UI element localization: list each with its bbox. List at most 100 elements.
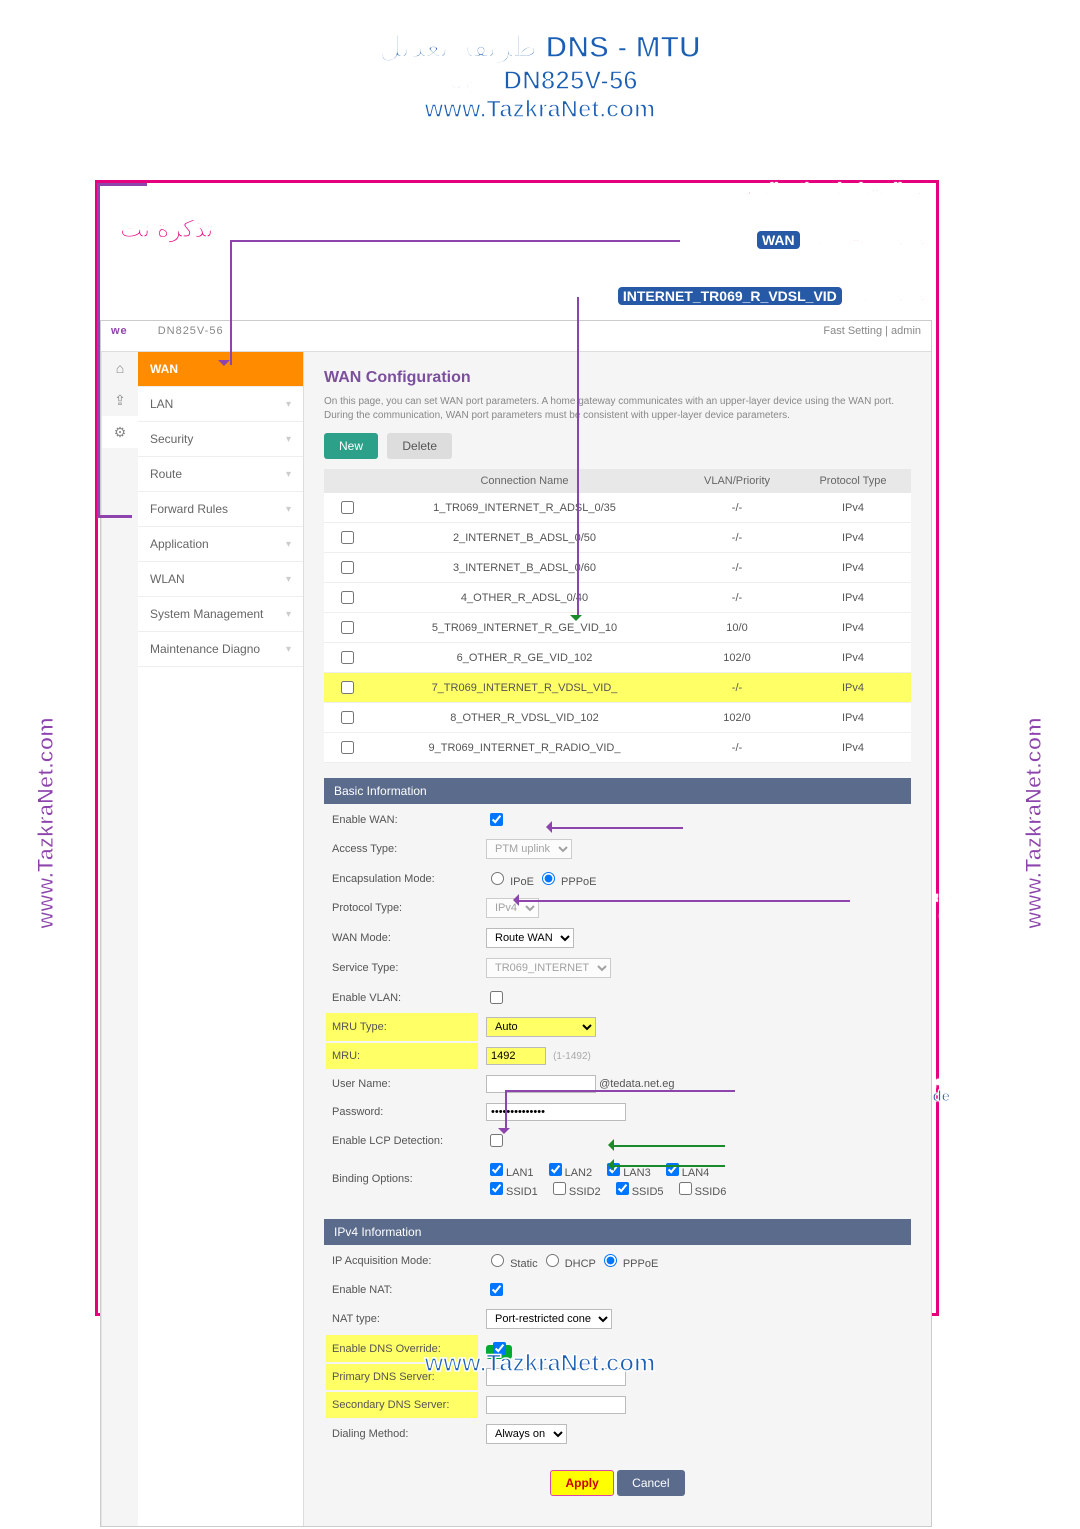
bind-lan1[interactable]: LAN1 (486, 1167, 534, 1179)
row-checkbox[interactable] (341, 651, 354, 664)
row-conn-name: 2_INTERNET_B_ADSL_0/50 (370, 523, 679, 553)
enable-nat-checkbox[interactable] (490, 1283, 503, 1296)
bind-ssid6[interactable]: SSID6 (675, 1186, 727, 1198)
sidebar-item-security[interactable]: Security▾ (138, 422, 303, 457)
wifi-icon[interactable]: ⇪ (102, 384, 138, 416)
row-checkbox[interactable] (341, 711, 354, 724)
row-proto: IPv4 (795, 553, 911, 583)
table-row[interactable]: 7_TR069_INTERNET_R_VDSL_VID_-/-IPv4 (324, 673, 911, 703)
topbar-links[interactable]: Fast Setting | admin (823, 325, 921, 337)
mru-type-select[interactable]: Auto (486, 1017, 596, 1037)
label-enable-vlan: Enable VLAN: (326, 984, 478, 1011)
row-conn-name: 5_TR069_INTERNET_R_GE_VID_10 (370, 613, 679, 643)
access-type-select[interactable]: PTM uplink (486, 839, 572, 859)
row-checkbox[interactable] (341, 501, 354, 514)
label-lcp: Enable LCP Detection: (326, 1127, 478, 1154)
bind-lan4[interactable]: LAN4 (662, 1167, 710, 1179)
row-checkbox[interactable] (341, 591, 354, 604)
chevron-down-icon: ▾ (286, 574, 291, 585)
encap-ipoe-radio[interactable]: IPoE (486, 876, 534, 888)
row-conn-name: 3_INTERNET_B_ADSL_0/60 (370, 553, 679, 583)
sidebar-item-application[interactable]: Application▾ (138, 527, 303, 562)
row-checkbox[interactable] (341, 681, 354, 694)
table-header-checkbox (324, 469, 370, 493)
arrow-line (515, 900, 850, 902)
bind-ssid1[interactable]: SSID1 (486, 1186, 538, 1198)
arrow-head-icon (602, 1139, 614, 1151)
title-line1: طريقة تعديل DNS - MTU (0, 30, 1080, 65)
page-description: On this page, you can set WAN port param… (324, 395, 911, 423)
router-admin-panel: we DN825V-56 Fast Setting | admin ⌂ ⇪ ⚙ … (100, 320, 932, 1527)
table-row[interactable]: 8_OTHER_R_VDSL_VID_102102/0IPv4 (324, 703, 911, 733)
secondary-dns-input[interactable] (486, 1396, 626, 1414)
bind-ssid5[interactable]: SSID5 (612, 1186, 664, 1198)
new-button[interactable]: New (324, 433, 378, 459)
gear-icon[interactable]: ⚙ (102, 416, 138, 448)
ip-static-radio[interactable]: Static (486, 1258, 538, 1270)
label-enable-nat: Enable NAT: (326, 1276, 478, 1303)
arrow-head-icon (540, 821, 552, 833)
ip-dhcp-radio[interactable]: DHCP (541, 1258, 596, 1270)
apply-button[interactable]: Apply (550, 1470, 613, 1496)
chevron-down-icon: ▾ (286, 644, 291, 655)
chevron-down-icon: ▾ (286, 469, 291, 480)
arrow-head-icon (498, 1128, 510, 1140)
encap-pppoe-radio[interactable]: PPPoE (537, 876, 597, 888)
label-enable-wan: Enable WAN: (326, 806, 478, 833)
table-row[interactable]: 2_INTERNET_B_ADSL_0/50-/-IPv4 (324, 523, 911, 553)
dialing-select[interactable]: Always on (486, 1424, 567, 1444)
table-row[interactable]: 6_OTHER_R_GE_VID_102102/0IPv4 (324, 643, 911, 673)
table-row[interactable]: 1_TR069_INTERNET_R_ADSL_0/35-/-IPv4 (324, 493, 911, 523)
label-username: User Name: (326, 1071, 478, 1097)
password-input[interactable] (486, 1103, 626, 1121)
delete-button[interactable]: Delete (387, 433, 452, 459)
table-row[interactable]: 4_OTHER_R_ADSL_0/40-/-IPv4 (324, 583, 911, 613)
row-checkbox[interactable] (341, 621, 354, 634)
sidebar-item-forward[interactable]: Forward Rules▾ (138, 492, 303, 527)
watermark-right: www.TazkraNet.com (1021, 717, 1047, 929)
sidebar-item-route[interactable]: Route▾ (138, 457, 303, 492)
enable-wan-checkbox[interactable] (490, 813, 503, 826)
chevron-down-icon: ▾ (286, 434, 291, 445)
table-row[interactable]: 3_INTERNET_B_ADSL_0/60-/-IPv4 (324, 553, 911, 583)
chevron-down-icon: ▾ (286, 399, 291, 410)
row-checkbox[interactable] (341, 531, 354, 544)
ip-pppoe-radio[interactable]: PPPoE (599, 1258, 659, 1270)
label-binding: Binding Options: (326, 1156, 478, 1202)
footer-link: www.TazkraNet.com (0, 1350, 1080, 1378)
arrow-head-icon (602, 1159, 614, 1171)
watermark-left: www.TazkraNet.com (33, 717, 59, 929)
row-checkbox[interactable] (341, 561, 354, 574)
cancel-button[interactable]: Cancel (617, 1470, 684, 1496)
nat-type-select[interactable]: Port-restricted cone (486, 1309, 612, 1329)
page-title: WAN Configuration (324, 369, 911, 387)
sidebar-item-wlan[interactable]: WLAN▾ (138, 562, 303, 597)
service-type-select[interactable]: TR069_INTERNET (486, 958, 611, 978)
enable-vlan-checkbox[interactable] (490, 991, 503, 1004)
row-conn-name: 1_TR069_INTERNET_R_ADSL_0/35 (370, 493, 679, 523)
mru-hint: (1-1492) (553, 1051, 591, 1062)
sidebar-item-system[interactable]: System Management▾ (138, 597, 303, 632)
sidebar-item-lan[interactable]: LAN▾ (138, 387, 303, 422)
section-basic-header: Basic Information (324, 778, 911, 804)
title-line2: راوتر DN825V-56 (0, 65, 1080, 96)
row-checkbox[interactable] (341, 741, 354, 754)
bind-lan2[interactable]: LAN2 (545, 1167, 593, 1179)
label-encap: Encapsulation Mode: (326, 865, 478, 892)
row-proto: IPv4 (795, 703, 911, 733)
table-row[interactable]: 9_TR069_INTERNET_R_RADIO_VID_-/-IPv4 (324, 733, 911, 763)
bind-ssid2[interactable]: SSID2 (549, 1186, 601, 1198)
chevron-down-icon: ▾ (286, 539, 291, 550)
mru-input[interactable] (486, 1047, 546, 1065)
row-vlan: -/- (679, 493, 795, 523)
home-icon[interactable]: ⌂ (102, 352, 138, 384)
wan-mode-select[interactable]: Route WAN (486, 928, 574, 948)
sidebar-item-maintenance[interactable]: Maintenance Diagno▾ (138, 632, 303, 667)
arrow-line (548, 827, 683, 829)
site-logo: تذكرة نت (120, 215, 213, 244)
row-proto: IPv4 (795, 523, 911, 553)
table-row[interactable]: 5_TR069_INTERNET_R_GE_VID_1010/0IPv4 (324, 613, 911, 643)
arrow-head-icon (218, 360, 230, 372)
annotation-gear: قم بالضغط على علامة الترس (736, 180, 930, 200)
arrow-line (610, 1165, 725, 1167)
